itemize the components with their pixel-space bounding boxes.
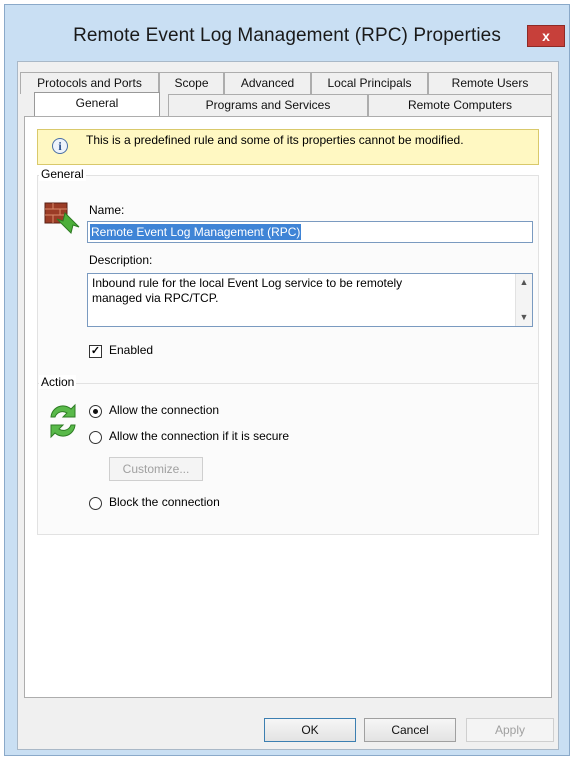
scroll-up-icon[interactable]: ▲ (517, 274, 531, 291)
customize-button[interactable]: Customize... (109, 457, 203, 481)
tab-programs-and-services[interactable]: Programs and Services (168, 94, 368, 116)
cancel-button[interactable]: Cancel (364, 718, 456, 742)
allow-connection-icon (43, 401, 83, 441)
dialog-client-area: Protocols and Ports Scope Advanced Local… (17, 61, 559, 750)
tab-panel-general: i This is a predefined rule and some of … (24, 116, 552, 698)
ok-button[interactable]: OK (264, 718, 356, 742)
block-connection-radio[interactable] (89, 497, 102, 510)
title-bar[interactable]: Remote Event Log Management (RPC) Proper… (5, 5, 569, 63)
tab-protocols-and-ports[interactable]: Protocols and Ports (20, 72, 159, 94)
name-value: Remote Event Log Management (RPC) (90, 224, 302, 240)
tab-scope[interactable]: Scope (159, 72, 224, 94)
tab-remote-computers[interactable]: Remote Computers (368, 94, 552, 116)
info-banner: i This is a predefined rule and some of … (37, 129, 539, 165)
tab-local-principals[interactable]: Local Principals (311, 72, 428, 94)
description-scrollbar[interactable]: ▲ ▼ (515, 274, 532, 326)
name-field[interactable]: Remote Event Log Management (RPC) (87, 221, 533, 243)
description-field[interactable]: Inbound rule for the local Event Log ser… (87, 273, 533, 327)
allow-if-secure-radio[interactable] (89, 431, 102, 444)
firewall-rule-icon (43, 199, 81, 237)
general-group-label: General (39, 167, 86, 181)
block-connection-label: Block the connection (109, 495, 220, 509)
window-title: Remote Event Log Management (RPC) Proper… (73, 25, 501, 46)
tab-advanced[interactable]: Advanced (224, 72, 311, 94)
apply-button[interactable]: Apply (466, 718, 554, 742)
scroll-down-icon[interactable]: ▼ (517, 309, 531, 326)
name-label: Name: (89, 203, 125, 217)
action-group-label: Action (39, 375, 77, 389)
close-button[interactable]: x (527, 25, 565, 47)
allow-connection-label: Allow the connection (109, 403, 220, 417)
info-text: This is a predefined rule and some of it… (86, 133, 464, 147)
tab-general[interactable]: General (34, 92, 160, 117)
properties-dialog: Remote Event Log Management (RPC) Proper… (4, 4, 570, 756)
allow-connection-radio[interactable] (89, 405, 102, 418)
description-value: Inbound rule for the local Event Log ser… (92, 276, 403, 305)
description-label: Description: (89, 253, 153, 267)
enabled-label: Enabled (109, 343, 154, 357)
tab-remote-users[interactable]: Remote Users (428, 72, 552, 94)
info-icon: i (52, 138, 68, 154)
allow-if-secure-label: Allow the connection if it is secure (109, 429, 290, 443)
enabled-checkbox[interactable]: ✓ (89, 345, 102, 358)
